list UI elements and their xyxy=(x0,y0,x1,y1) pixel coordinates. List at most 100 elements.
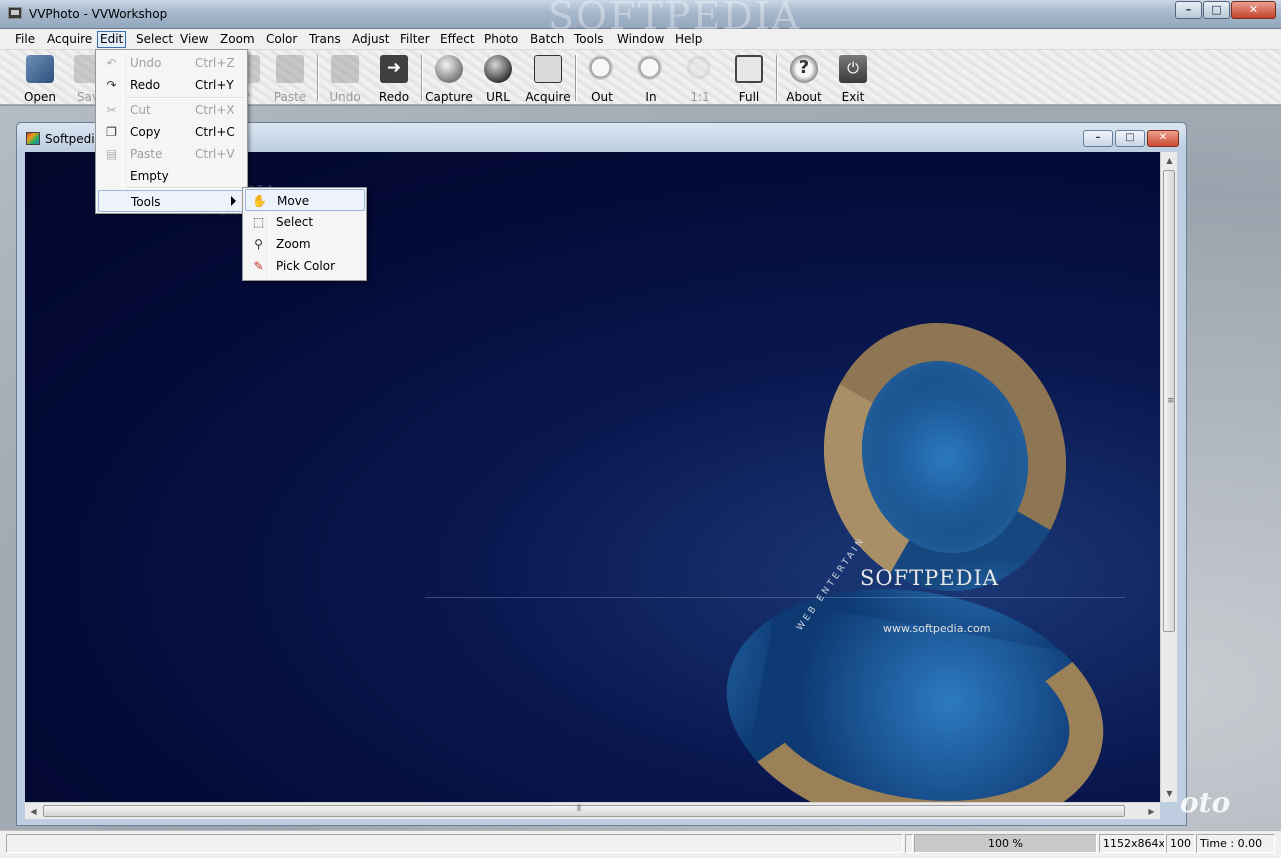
tools-move[interactable]: ✋ Move xyxy=(245,189,365,211)
edit-empty[interactable]: Empty xyxy=(98,165,245,187)
about-button[interactable]: About xyxy=(780,53,828,104)
vertical-scroll-thumb[interactable]: ≡ xyxy=(1163,170,1175,632)
horizontal-scrollbar[interactable]: ◀ ⦀ ▶ xyxy=(25,802,1160,819)
edit-cut-shortcut: Ctrl+X xyxy=(195,103,235,117)
status-bar: 100 % 1152x864x24 100 % Time : 0.00 xyxy=(0,830,1281,858)
about-label: About xyxy=(786,90,822,104)
grip-icon: ≡ xyxy=(1167,396,1175,406)
url-button[interactable]: URL xyxy=(474,53,522,104)
menu-effect[interactable]: Effect xyxy=(437,31,478,48)
edit-cut[interactable]: ✂ Cut Ctrl+X xyxy=(98,99,245,121)
zoom-actual-icon xyxy=(686,55,714,83)
menu-edit[interactable]: Edit xyxy=(97,31,127,48)
brand-line xyxy=(425,597,1125,598)
tools-pick-color[interactable]: ✎ Pick Color xyxy=(245,255,365,277)
scanner-icon xyxy=(534,55,562,83)
menu-photo[interactable]: Photo xyxy=(481,31,521,48)
minimize-icon: – xyxy=(1095,132,1101,143)
status-zoom: 100 % xyxy=(914,834,1097,853)
paste-label: Paste xyxy=(273,90,307,104)
scroll-left-icon[interactable]: ◀ xyxy=(25,803,42,820)
scroll-right-icon[interactable]: ▶ xyxy=(1143,803,1160,820)
zoom-actual-button[interactable]: 1:1 xyxy=(676,53,724,104)
tools-pick-color-label: Pick Color xyxy=(276,259,335,273)
redo-label: Redo xyxy=(378,90,410,104)
edit-tools[interactable]: Tools xyxy=(98,190,245,212)
paste-icon: ▤ xyxy=(105,147,118,161)
status-time: Time : 0.00 xyxy=(1196,834,1275,853)
tools-select[interactable]: ⬚ Select xyxy=(245,211,365,233)
edit-undo[interactable]: ↶ Undo Ctrl+Z xyxy=(98,52,245,74)
full-label: Full xyxy=(738,90,760,104)
undo-icon: ↶ xyxy=(106,56,117,70)
status-message xyxy=(6,834,903,853)
doc-close-button[interactable]: ✕ xyxy=(1147,130,1179,147)
document-title: Softpedia xyxy=(45,132,102,146)
edit-undo-shortcut: Ctrl+Z xyxy=(195,56,235,70)
acquire-button[interactable]: Acquire xyxy=(524,53,572,104)
edit-paste[interactable]: ▤ Paste Ctrl+V xyxy=(98,143,245,165)
tools-zoom[interactable]: ⚲ Zoom xyxy=(245,233,365,255)
exit-button[interactable]: Exit xyxy=(829,53,877,104)
menu-batch[interactable]: Batch xyxy=(527,31,568,48)
menu-filter[interactable]: Filter xyxy=(397,31,433,48)
toolbar-separator xyxy=(575,55,577,101)
title-bar: VVPhoto - VVWorkshop SOFTPEDIA – □ ✕ xyxy=(0,0,1281,38)
edit-copy[interactable]: ❐ Copy Ctrl+C xyxy=(98,121,245,143)
zoom-in-label: In xyxy=(645,90,657,104)
zoom-out-button[interactable]: Out xyxy=(578,53,626,104)
capture-icon xyxy=(435,55,463,83)
close-button[interactable]: ✕ xyxy=(1231,1,1276,19)
open-button[interactable]: Open xyxy=(16,53,64,104)
edit-menu: ↶ Undo Ctrl+Z ↷ Redo Ctrl+Y ✂ Cut Ctrl+X… xyxy=(95,49,248,214)
url-label: URL xyxy=(486,90,510,104)
zoom-in-button[interactable]: In xyxy=(627,53,675,104)
paste-button[interactable]: Paste xyxy=(266,53,314,104)
full-button[interactable]: Full xyxy=(725,53,773,104)
brand-text: SOFTPEDIA xyxy=(860,566,999,590)
doc-maximize-button[interactable]: □ xyxy=(1115,130,1145,147)
edit-cut-label: Cut xyxy=(130,103,151,117)
menu-window[interactable]: Window xyxy=(614,31,667,48)
menu-select[interactable]: Select xyxy=(133,31,176,48)
horizontal-scroll-thumb[interactable]: ⦀ xyxy=(43,804,1125,817)
scroll-down-icon[interactable]: ▼ xyxy=(1161,785,1178,802)
menu-color[interactable]: Color xyxy=(263,31,300,48)
menu-help[interactable]: Help xyxy=(672,31,705,48)
help-icon xyxy=(790,55,818,83)
menu-file[interactable]: File xyxy=(12,31,38,48)
zoom-out-icon xyxy=(588,55,616,83)
edit-redo[interactable]: ↷ Redo Ctrl+Y xyxy=(98,74,245,96)
menu-view[interactable]: View xyxy=(177,31,211,48)
tools-move-label: Move xyxy=(277,194,310,208)
menu-trans[interactable]: Trans xyxy=(306,31,344,48)
menu-acquire[interactable]: Acquire xyxy=(44,31,95,48)
toolbar-separator xyxy=(421,55,423,101)
edit-paste-label: Paste xyxy=(130,147,163,161)
menu-adjust[interactable]: Adjust xyxy=(349,31,393,48)
image-icon xyxy=(26,132,40,145)
minimize-button[interactable]: – xyxy=(1175,1,1202,19)
doc-minimize-button[interactable]: – xyxy=(1083,130,1113,147)
zoom-out-label: Out xyxy=(591,90,613,104)
tools-select-label: Select xyxy=(276,215,314,229)
menu-tools[interactable]: Tools xyxy=(571,31,607,48)
vertical-scrollbar[interactable]: ▲ ≡ ▼ xyxy=(1160,152,1177,802)
fullscreen-icon xyxy=(735,55,763,83)
edit-copy-label: Copy xyxy=(130,125,161,139)
status-spacer xyxy=(905,834,913,853)
image-canvas[interactable]: SOFTPEDIA www.Softpedia.com SOFTPEDIA WE… xyxy=(25,152,1160,802)
acquire-label: Acquire xyxy=(525,90,571,104)
edit-paste-shortcut: Ctrl+V xyxy=(195,147,235,161)
menu-zoom[interactable]: Zoom xyxy=(217,31,258,48)
edit-redo-shortcut: Ctrl+Y xyxy=(195,78,234,92)
scroll-up-icon[interactable]: ▲ xyxy=(1161,152,1178,169)
magnifier-icon: ⚲ xyxy=(254,237,263,251)
background-logo: oto xyxy=(1180,786,1231,819)
brand-url: www.softpedia.com xyxy=(883,622,991,635)
undo-button[interactable]: Undo xyxy=(321,53,369,104)
capture-button[interactable]: Capture xyxy=(425,53,473,104)
toolbar-separator xyxy=(317,55,319,101)
redo-button[interactable]: Redo xyxy=(370,53,418,104)
maximize-button[interactable]: □ xyxy=(1203,1,1230,19)
